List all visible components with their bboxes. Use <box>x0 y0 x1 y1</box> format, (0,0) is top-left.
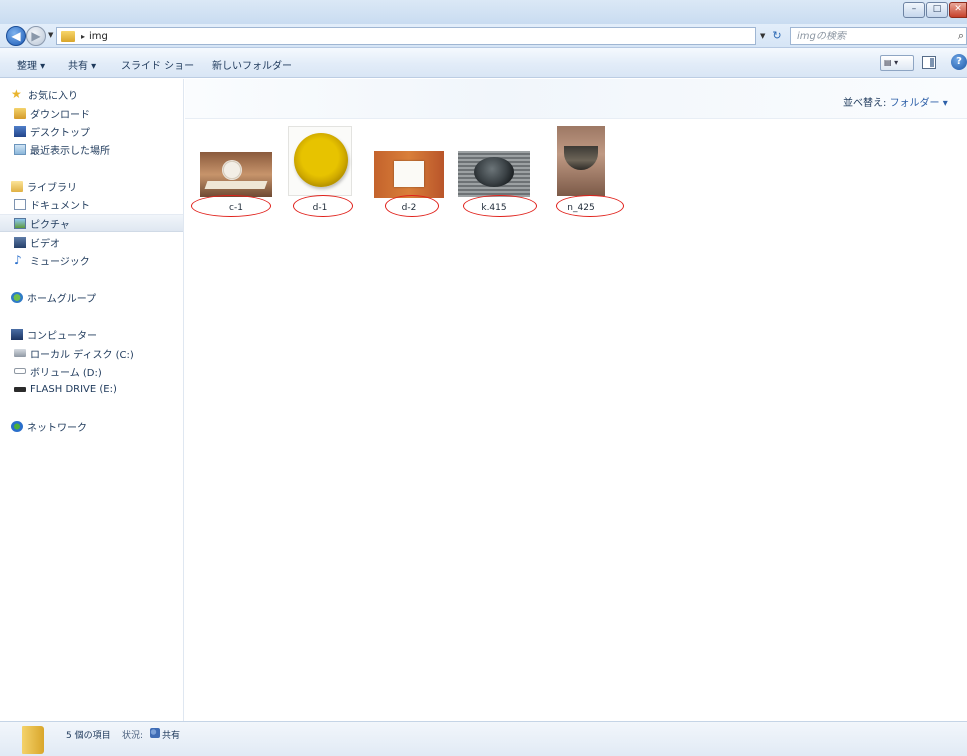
refresh-button[interactable]: ↻ <box>768 28 786 44</box>
address-bar[interactable]: ▸ img <box>56 27 756 45</box>
nav-desktop[interactable]: デスクトップ <box>14 122 90 140</box>
file-list-pane[interactable]: 並べ替え: フォルダー ▾ c-1 d-1 d-2 k.415 n_425 <box>185 79 967 721</box>
command-bar: 整理 ▾ 共有 ▾ スライド ショー 新しいフォルダー ▤ ▾ ? <box>0 48 967 78</box>
annotation-oval <box>463 195 537 217</box>
folder-icon <box>22 726 44 754</box>
nav-music[interactable]: ♪ ミュージック <box>14 251 90 269</box>
video-icon <box>14 236 26 248</box>
change-view-button[interactable]: ▤ ▾ <box>880 55 914 71</box>
share-icon <box>150 728 160 738</box>
computer-icon <box>11 328 23 340</box>
nav-label: FLASH DRIVE (E:) <box>30 383 117 395</box>
network-icon <box>11 420 23 432</box>
nav-label: お気に入り <box>28 90 78 102</box>
volume-drive-icon <box>14 368 26 374</box>
thumbnail-image[interactable] <box>200 152 272 197</box>
search-box[interactable]: ⌕ <box>790 27 967 45</box>
music-icon: ♪ <box>14 252 22 267</box>
search-input[interactable] <box>791 30 941 42</box>
status-bar: 5 個の項目 状況: 共有 <box>0 721 967 756</box>
forward-arrow-icon: ▶ <box>31 29 41 43</box>
annotation-oval <box>293 195 353 217</box>
thumbnail-image[interactable] <box>557 126 605 196</box>
back-arrow-icon: ◀ <box>11 29 21 43</box>
minimize-button[interactable]: – <box>903 2 925 18</box>
recent-places-icon <box>14 143 26 155</box>
nav-label: 最近表示した場所 <box>30 145 110 157</box>
organize-button[interactable]: 整理 ▾ <box>17 57 45 72</box>
folder-icon <box>61 30 75 42</box>
nav-homegroup[interactable]: ホームグループ <box>11 288 96 306</box>
nav-drive-d[interactable]: ボリューム (D:) <box>14 362 102 380</box>
status-label: 状況: <box>122 731 144 741</box>
refresh-icon: ↻ <box>772 29 782 42</box>
address-row: ◀ ▶ ▼ ▸ img ▼ ↻ ⌕ <box>0 24 967 48</box>
nav-drive-e[interactable]: FLASH DRIVE (E:) <box>14 380 117 398</box>
homegroup-icon <box>11 291 23 303</box>
navigation-pane: ★ お気に入り ダウンロード デスクトップ 最近表示した場所 ライブラリ ドキュメ… <box>0 79 184 721</box>
arrange-by-control[interactable]: 並べ替え: フォルダー ▾ <box>843 94 948 109</box>
maximize-button[interactable]: □ <box>926 2 948 18</box>
nav-documents[interactable]: ドキュメント <box>14 195 90 213</box>
nav-label: ボリューム (D:) <box>30 367 102 379</box>
annotation-oval <box>556 195 624 217</box>
share-button[interactable]: 共有 ▾ <box>68 57 96 72</box>
status-value: 共有 <box>162 731 181 741</box>
nav-computer[interactable]: コンピューター <box>11 325 97 343</box>
thumbnail-image[interactable] <box>288 126 352 196</box>
nav-libraries[interactable]: ライブラリ <box>11 177 77 195</box>
nav-label: ドキュメント <box>30 200 90 212</box>
breadcrumb-separator[interactable]: ▸ <box>81 32 85 41</box>
star-icon: ★ <box>11 86 22 101</box>
nav-label: ミュージック <box>30 256 90 268</box>
annotation-oval <box>385 195 439 217</box>
address-dropdown-icon[interactable]: ▼ <box>760 32 765 40</box>
close-button[interactable]: ✕ <box>949 2 967 18</box>
nav-label: ビデオ <box>30 238 60 250</box>
nav-recent-places[interactable]: 最近表示した場所 <box>14 140 110 158</box>
nav-label: ダウンロード <box>30 109 90 121</box>
download-folder-icon <box>14 107 26 119</box>
nav-label: ローカル ディスク (C:) <box>30 349 134 361</box>
nav-pictures[interactable]: ピクチャ <box>0 214 183 232</box>
breadcrumb-img[interactable]: img <box>89 31 108 42</box>
annotation-oval <box>191 195 271 217</box>
nav-downloads[interactable]: ダウンロード <box>14 104 90 122</box>
nav-label: デスクトップ <box>30 127 90 139</box>
nav-drive-c[interactable]: ローカル ディスク (C:) <box>14 344 134 362</box>
nav-label: ネットワーク <box>27 422 87 434</box>
arrange-by-label: 並べ替え: <box>843 98 887 109</box>
slideshow-button[interactable]: スライド ショー <box>121 57 194 72</box>
thumbnail-image[interactable] <box>374 151 444 198</box>
hard-disk-icon <box>14 349 26 357</box>
nav-label: ピクチャ <box>30 219 70 231</box>
content-header: 並べ替え: フォルダー ▾ <box>185 79 967 119</box>
item-count: 5 個の項目 <box>66 731 111 741</box>
title-bar: – □ ✕ <box>0 0 967 24</box>
document-icon <box>14 198 26 210</box>
nav-videos[interactable]: ビデオ <box>14 233 60 251</box>
help-icon[interactable]: ? <box>951 54 967 70</box>
nav-label: ホームグループ <box>27 293 97 305</box>
arrange-by-value[interactable]: フォルダー ▾ <box>890 98 948 109</box>
nav-label: ライブラリ <box>27 182 77 194</box>
search-icon[interactable]: ⌕ <box>958 29 964 43</box>
forward-button[interactable]: ▶ <box>26 26 46 46</box>
nav-label: コンピューター <box>27 330 97 342</box>
back-button[interactable]: ◀ <box>6 26 26 46</box>
library-icon <box>11 180 23 192</box>
preview-pane-button[interactable] <box>922 56 936 69</box>
pictures-icon <box>14 217 26 229</box>
thumbnail-image[interactable] <box>458 151 530 197</box>
desktop-icon <box>14 125 26 137</box>
flash-drive-icon <box>14 386 26 392</box>
window-controls: – □ ✕ <box>903 2 967 18</box>
nav-favorites[interactable]: ★ お気に入り <box>11 85 78 103</box>
nav-network[interactable]: ネットワーク <box>11 417 87 435</box>
new-folder-button[interactable]: 新しいフォルダー <box>212 57 292 72</box>
history-dropdown-icon[interactable]: ▼ <box>48 31 53 39</box>
